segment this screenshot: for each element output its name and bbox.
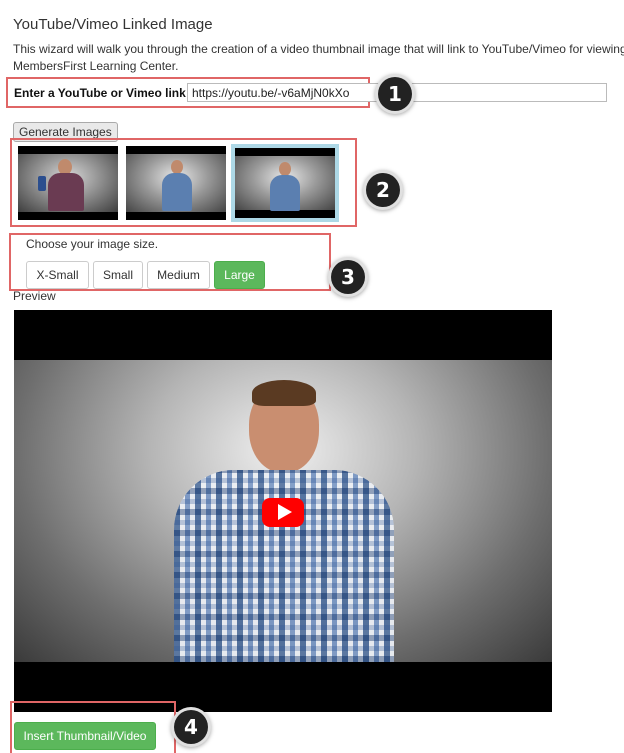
thumbnail-option-3-selected[interactable] <box>231 144 339 222</box>
page-title: YouTube/Vimeo Linked Image <box>13 16 213 33</box>
person-figure <box>48 173 84 211</box>
video-preview[interactable] <box>14 310 552 712</box>
preview-label: Preview <box>13 289 56 303</box>
person-figure <box>171 160 183 174</box>
size-large-button[interactable]: Large <box>214 261 265 289</box>
person-figure <box>162 173 192 211</box>
thumbnail-option-1[interactable] <box>18 146 118 220</box>
thumbnail-option-2[interactable] <box>126 146 226 220</box>
link-label: Enter a YouTube or Vimeo link: <box>14 86 190 100</box>
person-hair <box>252 380 316 406</box>
step-badge-2: 2 <box>366 173 400 207</box>
size-small-button[interactable]: Small <box>93 261 143 289</box>
person-figure <box>279 162 291 176</box>
size-medium-button[interactable]: Medium <box>147 261 210 289</box>
phone-icon <box>38 176 46 191</box>
step-badge-4: 4 <box>174 710 208 744</box>
play-icon <box>278 504 292 520</box>
insert-thumbnail-video-button[interactable]: Insert Thumbnail/Video <box>14 722 156 750</box>
size-xsmall-button[interactable]: X-Small <box>26 261 89 289</box>
intro-text: This wizard will walk you through the cr… <box>13 42 624 73</box>
image-size-label: Choose your image size. <box>26 237 159 251</box>
person-figure <box>270 175 300 211</box>
step-badge-3: 3 <box>331 260 365 294</box>
step-badge-1: 1 <box>378 77 412 111</box>
